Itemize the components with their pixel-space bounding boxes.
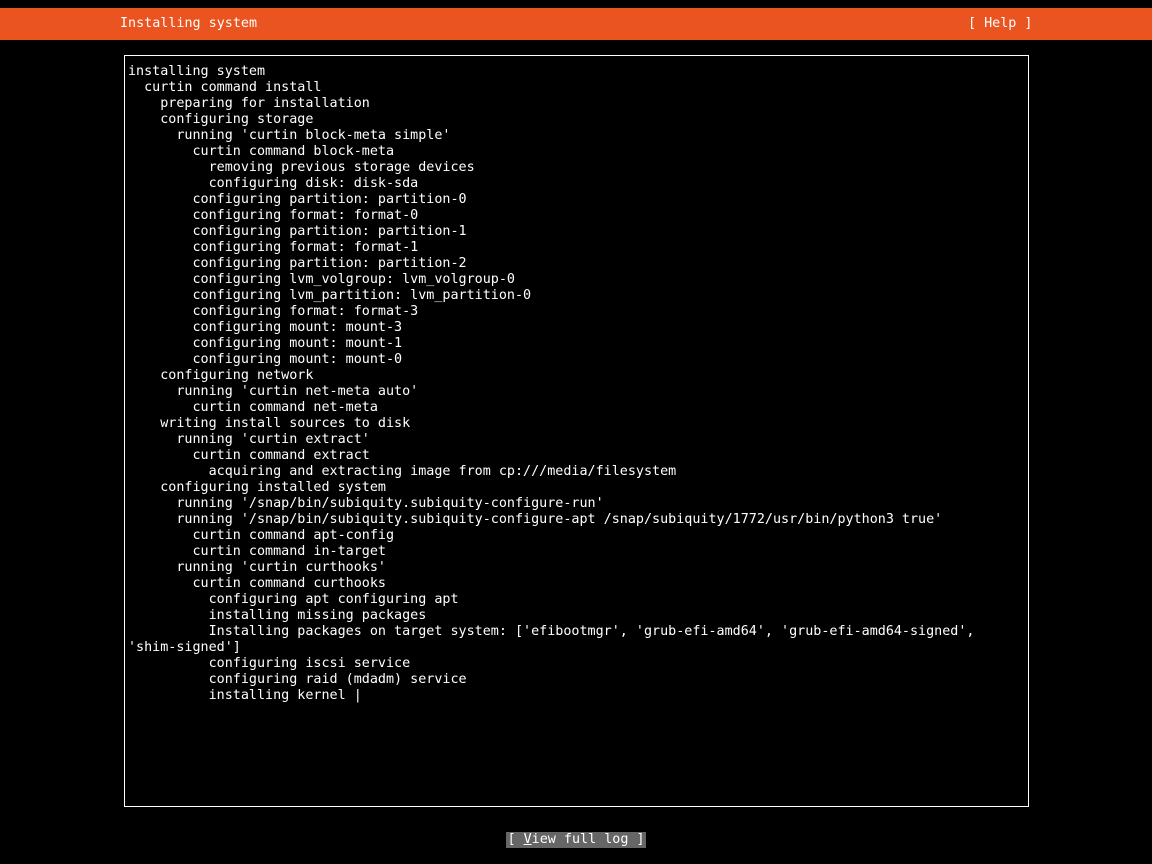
page-title: Installing system: [120, 16, 258, 31]
log-line: configuring raid (mdadm) service: [128, 672, 467, 687]
help-button[interactable]: [ Help ]: [968, 16, 1033, 32]
log-line: configuring iscsi service: [128, 656, 411, 671]
log-line: configuring mount: mount-1: [128, 336, 403, 351]
log-line: running 'curtin block-meta simple': [128, 128, 451, 143]
log-line: running '/snap/bin/subiquity.subiquity-c…: [128, 512, 943, 527]
log-line: configuring lvm_partition: lvm_partition…: [128, 288, 532, 303]
log-line: preparing for installation: [128, 96, 370, 111]
view-full-log-label: iew full log ]: [531, 832, 645, 847]
log-line: writing install sources to disk: [128, 416, 411, 431]
log-line: curtin command extract: [128, 448, 370, 463]
log-line: running 'curtin net-meta auto': [128, 384, 419, 399]
log-line: configuring partition: partition-2: [128, 256, 467, 271]
log-line: curtin command install: [128, 80, 322, 95]
log-line: curtin command in-target: [128, 544, 386, 559]
log-line: Installing packages on target system: ['…: [128, 624, 975, 639]
progress-spinner: |: [353, 688, 362, 703]
log-line: configuring format: format-3: [128, 304, 419, 319]
log-line: configuring mount: mount-0: [128, 352, 403, 367]
log-line: installing missing packages: [128, 608, 427, 623]
log-line: running 'curtin extract': [128, 432, 370, 447]
log-line: running '/snap/bin/subiquity.subiquity-c…: [128, 496, 604, 511]
log-line: installing kernel |: [128, 688, 1024, 704]
log-line: configuring network: [128, 368, 314, 383]
log-line: configuring apt configuring apt: [128, 592, 459, 607]
log-line: installing system: [128, 64, 266, 79]
log-line-text: installing kernel: [128, 688, 354, 703]
log-line: curtin command net-meta: [128, 400, 378, 415]
install-log-lines: installing system curtin command install…: [128, 64, 1024, 704]
log-line: acquiring and extracting image from cp:/…: [128, 464, 677, 479]
footer: [ View full log ]: [0, 832, 1152, 848]
log-line: configuring mount: mount-3: [128, 320, 403, 335]
log-line: configuring format: format-1: [128, 240, 419, 255]
log-line: curtin command block-meta: [128, 144, 395, 159]
log-line: removing previous storage devices: [128, 160, 475, 175]
log-line: configuring partition: partition-0: [128, 192, 467, 207]
header-bar: Installing system [ Help ]: [0, 8, 1152, 40]
log-line: curtin command apt-config: [128, 528, 395, 543]
log-line: configuring format: format-0: [128, 208, 419, 223]
log-line: running 'curtin curthooks': [128, 560, 386, 575]
view-full-log-button[interactable]: [ View full log ]: [506, 832, 646, 848]
log-line: curtin command curthooks: [128, 576, 386, 591]
log-line: configuring disk: disk-sda: [128, 176, 419, 191]
log-line: configuring storage: [128, 112, 314, 127]
log-line: configuring lvm_volgroup: lvm_volgroup-0: [128, 272, 515, 287]
log-line: configuring installed system: [128, 480, 386, 495]
log-line: 'shim-signed']: [128, 640, 241, 655]
log-line: configuring partition: partition-1: [128, 224, 467, 239]
view-full-log-accelerator: V: [523, 832, 532, 847]
view-full-log-open: [: [507, 832, 524, 847]
